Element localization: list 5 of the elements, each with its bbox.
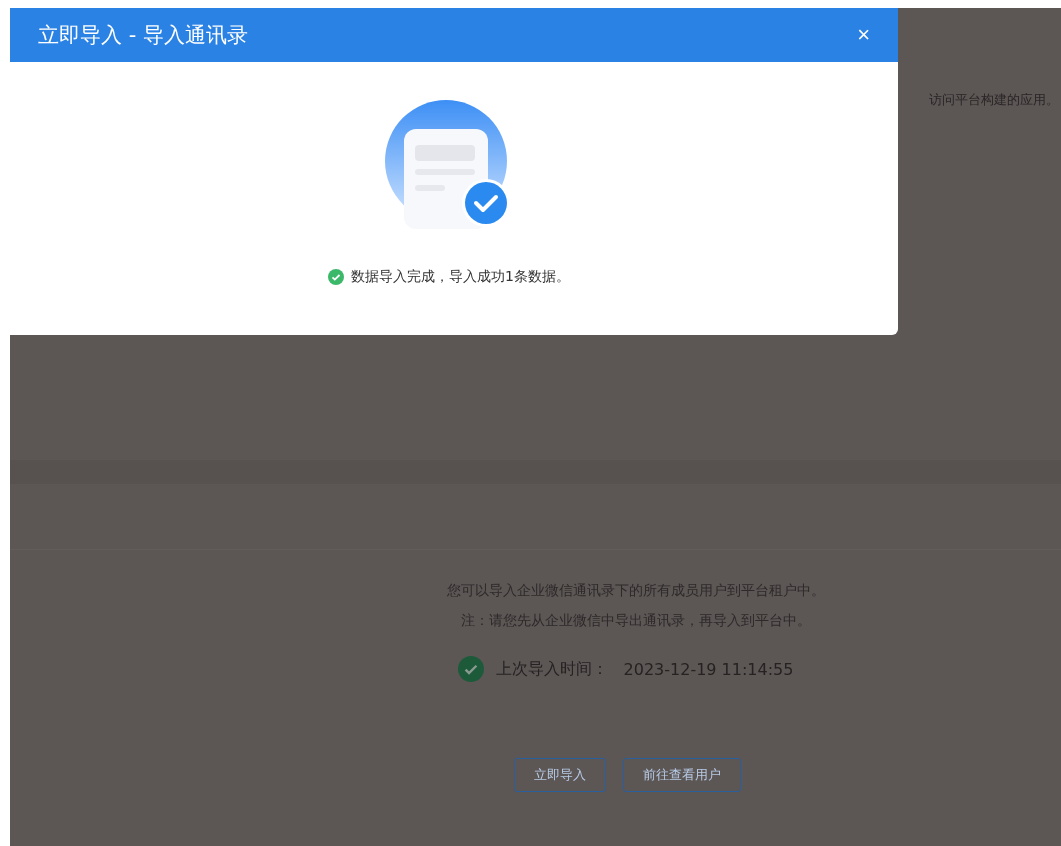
view-users-button[interactable]: 前往查看用户 [623,758,741,792]
close-button[interactable]: × [853,22,874,48]
import-now-button[interactable]: 立即导入 [514,758,606,792]
dialog-title: 立即导入 - 导入通讯录 [38,22,248,49]
success-message: 数据导入完成，导入成功1条数据。 [351,268,570,286]
